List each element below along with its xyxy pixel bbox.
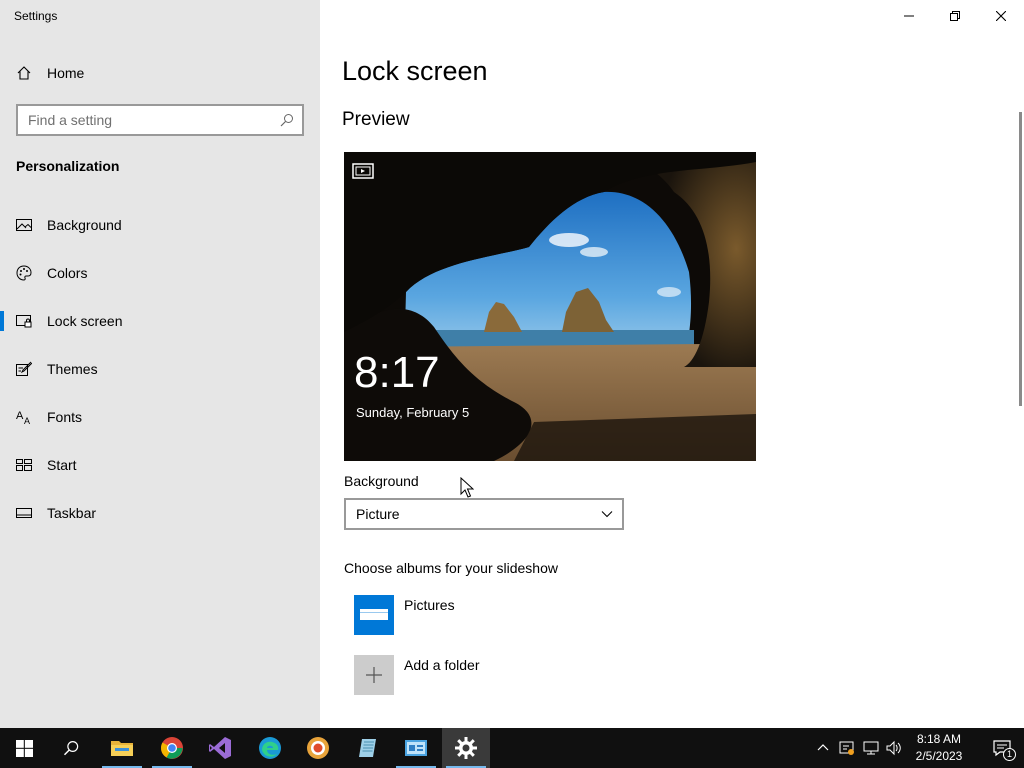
section-title: Personalization — [16, 158, 120, 174]
control-panel-button[interactable] — [392, 728, 440, 768]
windows-logo-icon — [15, 739, 33, 757]
preview-date: Sunday, February 5 — [356, 405, 470, 420]
sidebar-item-taskbar[interactable]: Taskbar — [0, 495, 320, 531]
add-folder-button[interactable]: Add a folder — [354, 655, 654, 695]
restore-icon — [950, 11, 960, 21]
notification-count-badge: 1 — [1003, 748, 1016, 761]
home-label: Home — [47, 65, 85, 81]
preview-heading: Preview — [342, 109, 410, 130]
visual-studio-icon — [209, 737, 231, 759]
mouse-cursor-icon — [460, 477, 474, 498]
home-nav-item[interactable]: Home — [16, 62, 84, 84]
sidebar-item-label: Fonts — [47, 409, 83, 425]
brave-icon — [307, 737, 329, 759]
svg-text:A: A — [24, 416, 30, 425]
chrome-icon — [161, 737, 183, 759]
folder-pictures-icon — [354, 595, 394, 635]
sidebar-item-label: Background — [47, 217, 122, 233]
brave-button[interactable] — [294, 728, 342, 768]
window-title: Settings — [14, 9, 58, 23]
minimize-button[interactable] — [886, 0, 932, 32]
brush-icon — [16, 361, 32, 376]
sidebar-item-background[interactable]: Background — [0, 207, 320, 243]
plus-icon — [354, 655, 394, 695]
notepad-button[interactable] — [344, 728, 392, 768]
preview-time: 8:17 — [354, 348, 440, 397]
font-icon: AA — [16, 410, 30, 425]
settings-taskbar-button[interactable] — [442, 728, 490, 768]
albums-label: Choose albums for your slideshow — [344, 560, 558, 576]
background-dropdown[interactable]: Picture — [344, 498, 624, 530]
file-explorer-button[interactable] — [98, 728, 146, 768]
security-icon[interactable] — [839, 740, 855, 756]
control-panel-icon — [405, 740, 427, 756]
sidebar-item-colors[interactable]: Colors — [0, 255, 320, 291]
album-label: Pictures — [404, 597, 455, 613]
clock-date: 2/5/2023 — [915, 749, 963, 763]
sidebar-item-start[interactable]: Start — [0, 447, 320, 483]
svg-text:A: A — [16, 410, 24, 422]
clock-time: 8:18 AM — [916, 732, 962, 746]
background-dropdown-value: Picture — [356, 506, 400, 522]
search-icon — [63, 741, 79, 756]
restore-button[interactable] — [932, 0, 978, 32]
chevron-down-icon — [601, 511, 613, 518]
edge-button[interactable] — [246, 728, 294, 768]
file-explorer-icon — [111, 741, 133, 756]
chevron-up-icon[interactable] — [815, 740, 831, 756]
lock-screen-preview: 8:17 Sunday, February 5 — [344, 152, 756, 461]
chrome-button[interactable] — [148, 728, 196, 768]
sidebar-item-label: Taskbar — [47, 505, 97, 521]
search-icon[interactable] — [280, 113, 294, 127]
start-button[interactable] — [0, 728, 48, 768]
picture-icon — [16, 219, 32, 231]
notepad-icon — [359, 739, 376, 757]
network-icon[interactable] — [863, 740, 879, 756]
sidebar-item-label: Colors — [47, 265, 88, 281]
close-button[interactable] — [978, 0, 1024, 32]
start-icon — [16, 459, 32, 471]
volume-icon[interactable] — [886, 740, 902, 756]
selection-indicator — [0, 311, 4, 331]
taskbar-clock[interactable]: 8:18 AM 2/5/2023 — [908, 731, 970, 765]
page-title: Lock screen — [342, 56, 488, 86]
search-input[interactable] — [18, 106, 268, 134]
sidebar-item-label: Start — [47, 457, 77, 473]
scrollbar[interactable] — [1019, 112, 1022, 406]
visual-studio-button[interactable] — [196, 728, 244, 768]
sidebar-item-lock-screen[interactable]: Lock screen — [0, 303, 320, 339]
sidebar-item-label: Themes — [47, 361, 98, 377]
search-box[interactable] — [16, 104, 304, 136]
navigation-pane: Settings Home Personalization Background… — [0, 0, 320, 728]
taskbar-icon — [16, 508, 32, 518]
palette-icon — [16, 265, 32, 281]
lock-screen-icon — [16, 315, 32, 328]
home-icon — [17, 66, 31, 80]
sidebar-item-label: Lock screen — [47, 313, 123, 329]
album-pictures[interactable]: Pictures — [354, 595, 654, 635]
add-folder-label: Add a folder — [404, 657, 480, 673]
taskbar: 8:18 AM 2/5/2023 1 — [0, 728, 1024, 768]
minimize-icon — [904, 15, 914, 17]
background-label: Background — [344, 473, 419, 489]
slideshow-icon — [352, 163, 374, 179]
action-center-button[interactable]: 1 — [980, 728, 1024, 768]
sidebar-item-themes[interactable]: Themes — [0, 351, 320, 387]
taskbar-search-button[interactable] — [48, 728, 96, 768]
settings-icon — [455, 737, 477, 759]
close-icon — [996, 11, 1006, 21]
edge-icon — [259, 737, 281, 759]
sidebar-item-fonts[interactable]: AA Fonts — [0, 399, 320, 435]
